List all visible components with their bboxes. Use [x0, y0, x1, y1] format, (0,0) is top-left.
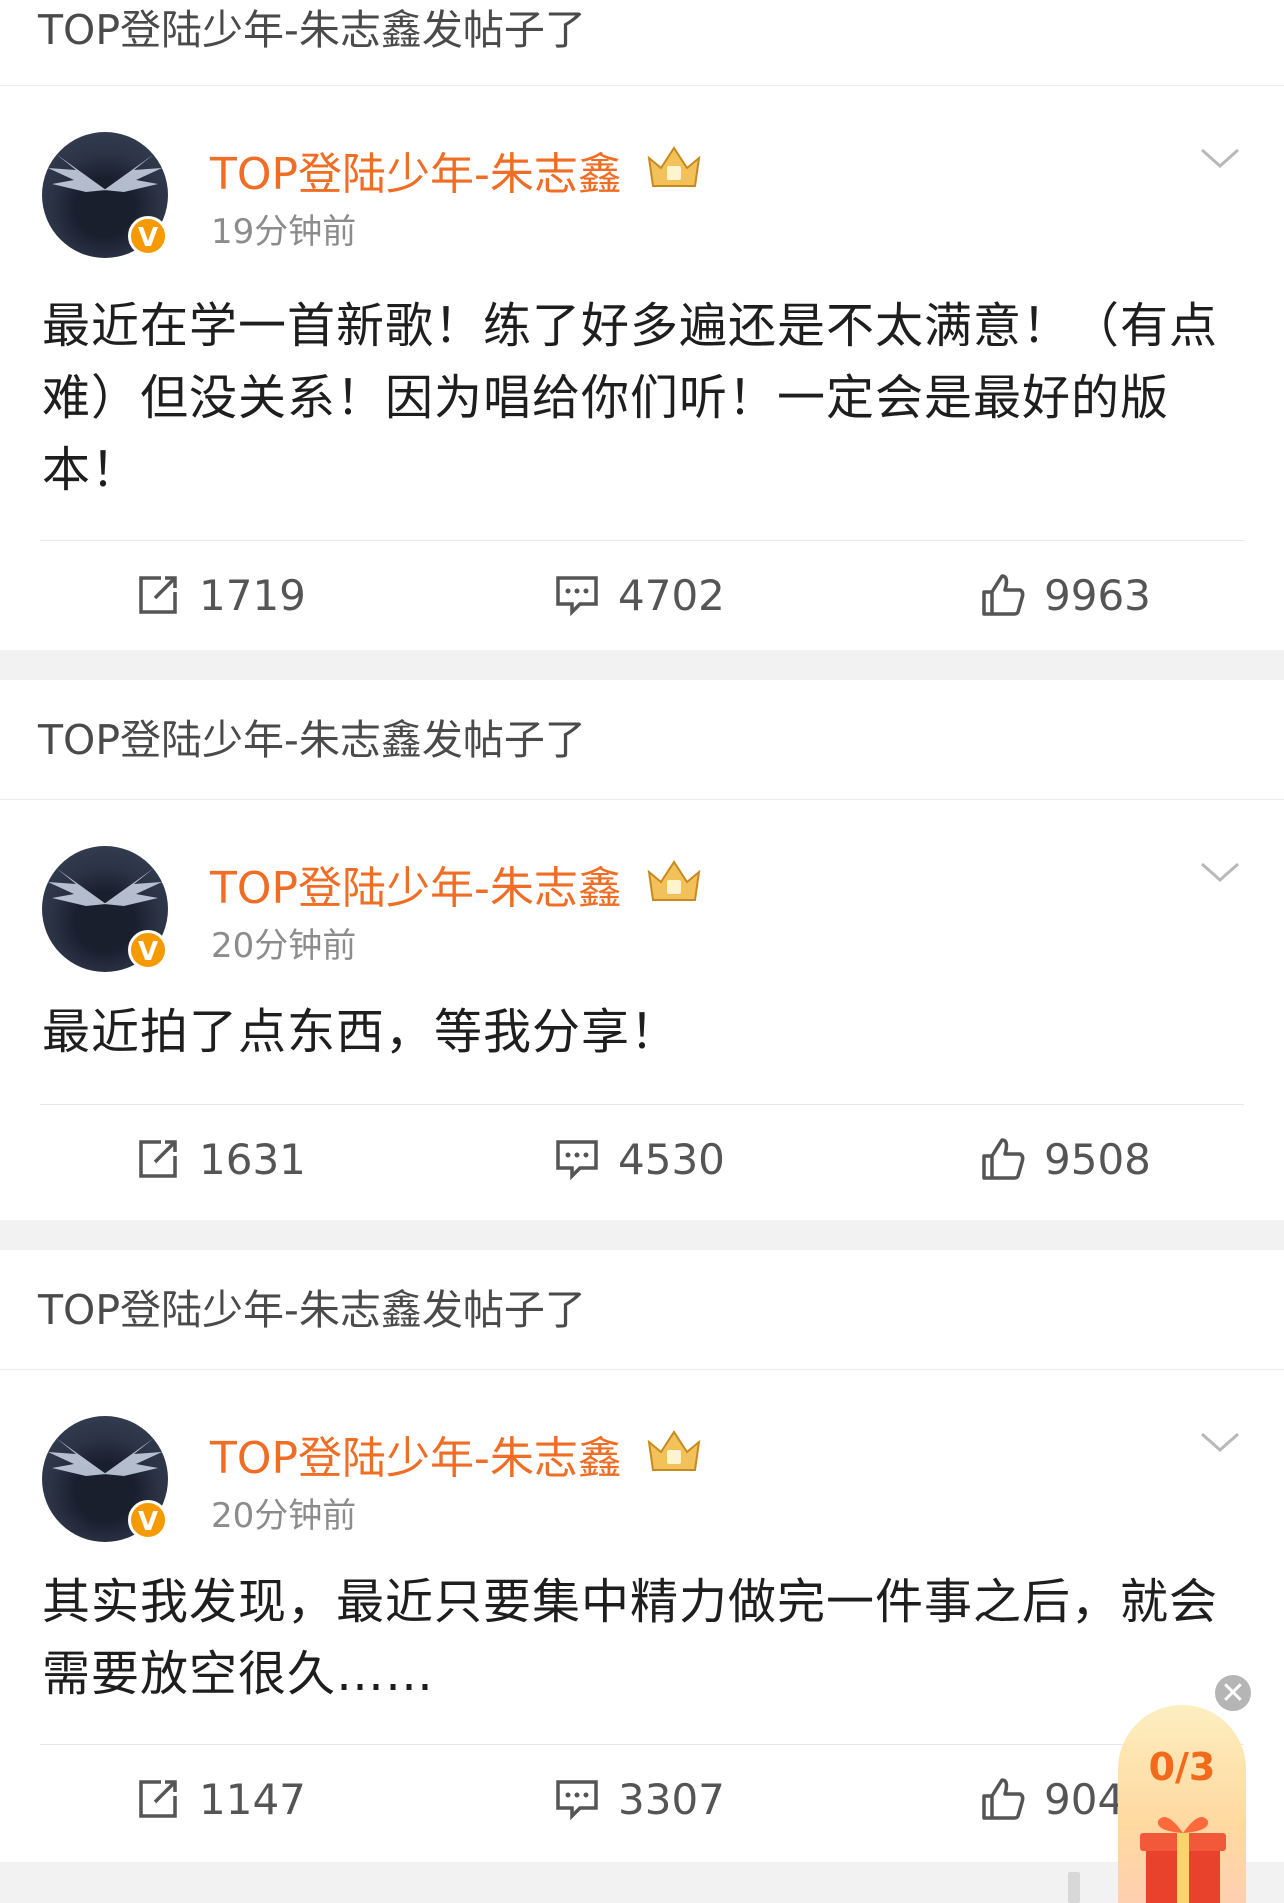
feed-divider: [0, 1220, 1284, 1250]
username[interactable]: TOP登陆少年-朱志鑫: [210, 138, 622, 202]
repost-icon: [139, 1780, 177, 1818]
crown-icon: [647, 860, 701, 901]
comment-icon: [556, 1780, 598, 1821]
action-bar: 1719 4702 9963: [40, 540, 1244, 649]
comment-button[interactable]: 4702: [554, 565, 725, 625]
comment-count: 4702: [618, 570, 725, 620]
like-count: 904: [1044, 1774, 1125, 1824]
repost-count: 1147: [199, 1774, 306, 1824]
like-icon: [982, 1138, 1025, 1180]
chevron-down-icon[interactable]: [1200, 146, 1240, 170]
post-content: 其实我发现，最近只要集中精力做完一件事之后，就会需要放空很久……: [42, 1574, 1219, 1702]
action-bar: 1147 3307 904: [40, 1744, 1244, 1853]
comment-count: 4530: [618, 1134, 725, 1184]
like-count: 9963: [1044, 570, 1151, 620]
repost-icon: [139, 1140, 177, 1178]
chevron-down-icon[interactable]: [1200, 860, 1240, 884]
like-count: 9508: [1044, 1134, 1151, 1184]
verified-badge: V: [128, 1500, 168, 1540]
like-icon: [982, 1778, 1025, 1820]
repost-icon: [139, 576, 177, 614]
comment-button[interactable]: 4530: [554, 1129, 725, 1189]
crown-icon: [647, 146, 701, 187]
comment-count: 3307: [618, 1774, 725, 1824]
close-icon[interactable]: ✕: [1212, 1672, 1254, 1714]
post-time: 19分钟前: [211, 212, 357, 252]
repost-button[interactable]: 1631: [135, 1129, 306, 1189]
post-card: TOP登陆少年-朱志鑫发帖子了 V TOP登陆少年-朱志鑫 19分钟前 最近在学…: [0, 0, 1284, 650]
post-card-header: TOP登陆少年-朱志鑫发帖子了: [0, 1250, 1284, 1370]
like-icon: [982, 574, 1025, 616]
repost-count: 1719: [199, 570, 306, 620]
gift-icon: [1140, 1817, 1226, 1903]
feed-divider: [0, 650, 1284, 680]
task-progress-count: 0/3: [1148, 1745, 1216, 1789]
crown-icon: [647, 1430, 701, 1471]
repost-button[interactable]: 1147: [135, 1769, 306, 1829]
username[interactable]: TOP登陆少年-朱志鑫: [210, 1422, 622, 1486]
post-time: 20分钟前: [211, 926, 357, 966]
chevron-down-icon[interactable]: [1200, 1430, 1240, 1454]
repost-button[interactable]: 1719: [135, 565, 306, 625]
comment-button[interactable]: 3307: [554, 1769, 725, 1829]
avatar-wing-icon: [104, 1438, 162, 1476]
post-card: TOP登陆少年-朱志鑫发帖子了 V TOP登陆少年-朱志鑫 20分钟前 最近拍了…: [0, 680, 1284, 1220]
verified-badge: V: [128, 930, 168, 970]
post-card: TOP登陆少年-朱志鑫发帖子了 V TOP登陆少年-朱志鑫 20分钟前 其实我发…: [0, 1250, 1284, 1862]
post-card-header: TOP登陆少年-朱志鑫发帖子了: [0, 0, 1284, 86]
avatar-wing-icon: [48, 868, 106, 906]
task-float-widget[interactable]: 0/3: [1118, 1705, 1246, 1903]
like-button[interactable]: 9963: [980, 565, 1151, 625]
post-content: 最近在学一首新歌！练了好多遍还是不太满意！（有点难）但没关系！因为唱给你们听！一…: [42, 298, 1219, 498]
avatar-wing-icon: [48, 154, 106, 192]
username[interactable]: TOP登陆少年-朱志鑫: [210, 852, 622, 916]
post-card-header: TOP登陆少年-朱志鑫发帖子了: [0, 680, 1284, 800]
repost-count: 1631: [199, 1134, 306, 1184]
comment-icon: [556, 576, 598, 617]
action-bar: 1631 4530 9508: [40, 1104, 1244, 1213]
avatar-wing-icon: [104, 868, 162, 906]
scrollbar[interactable]: [1068, 1872, 1080, 1903]
comment-icon: [556, 1140, 598, 1181]
avatar-wing-icon: [104, 154, 162, 192]
like-button[interactable]: 9508: [980, 1129, 1151, 1189]
verified-badge: V: [128, 216, 168, 256]
like-button[interactable]: 904: [980, 1769, 1124, 1829]
post-time: 20分钟前: [211, 1496, 357, 1536]
avatar-wing-icon: [48, 1438, 106, 1476]
post-content: 最近拍了点东西，等我分享！: [42, 1004, 680, 1060]
